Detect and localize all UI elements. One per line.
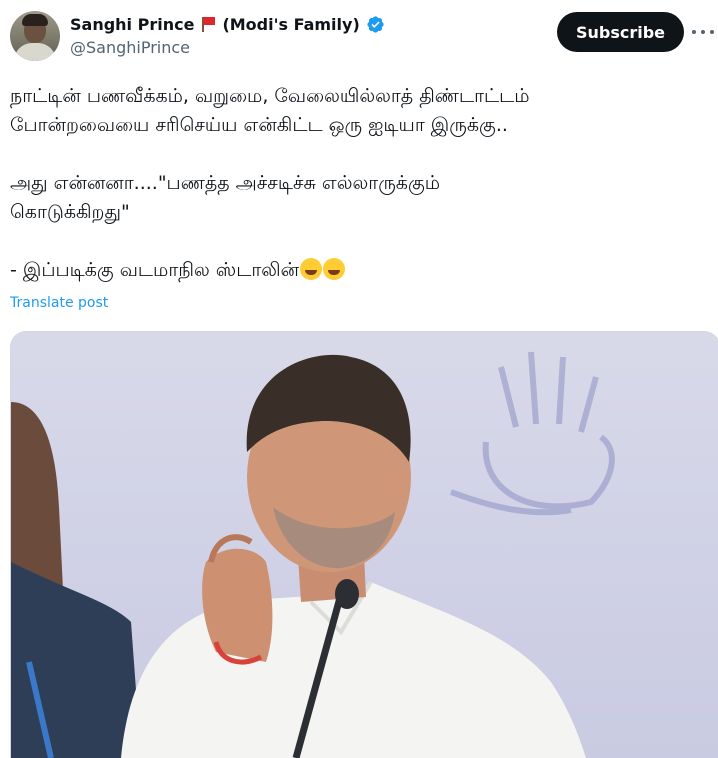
tweet-line-5-wrap: - இப்படிக்கு வடமாநில ஸ்டாலின் <box>10 256 710 285</box>
verified-badge-icon[interactable] <box>366 15 385 34</box>
tweet-line-4: கொடுக்கிறது" <box>10 201 130 223</box>
tweet-media-video[interactable] <box>10 331 718 758</box>
tweet-line-3: அது என்னனா...."பணத்த அச்சடிச்சு எல்லாருக… <box>10 172 441 194</box>
face-with-tears-of-joy-emoji <box>300 258 323 280</box>
sneezing-face-emoji <box>323 258 346 280</box>
tweet-line-2: போன்றவையை சரிசெய்ய என்கிட்ட ஒரு ஐடியா இர… <box>10 114 508 136</box>
red-flag-icon <box>200 16 216 32</box>
author-name-suffix[interactable]: (Modi's Family) <box>222 15 359 34</box>
hand-symbol-icon <box>449 351 615 516</box>
translate-post-link[interactable]: Translate post <box>10 295 108 311</box>
author-handle[interactable]: @SanghiPrince <box>70 38 190 57</box>
avatar-hair <box>22 14 48 26</box>
tweet-line-5: - இப்படிக்கு வடமாநில ஸ்டாலின் <box>10 259 300 281</box>
tweet-text: நாட்டின் பணவீக்கம், வறுமை, வேலையில்லாத் … <box>10 82 710 285</box>
author-avatar[interactable] <box>10 11 60 61</box>
author-display-name[interactable]: Sanghi Prince <box>70 15 194 34</box>
author-name-row[interactable]: Sanghi Prince (Modi's Family) <box>70 13 385 35</box>
avatar-body <box>14 43 56 61</box>
video-frame-illustration <box>11 351 615 758</box>
subscribe-button[interactable]: Subscribe <box>557 12 684 52</box>
tweet-line-1: நாட்டின் பணவீக்கம், வறுமை, வேலையில்லாத் … <box>10 85 530 107</box>
more-horizontal-icon[interactable] <box>692 22 714 42</box>
